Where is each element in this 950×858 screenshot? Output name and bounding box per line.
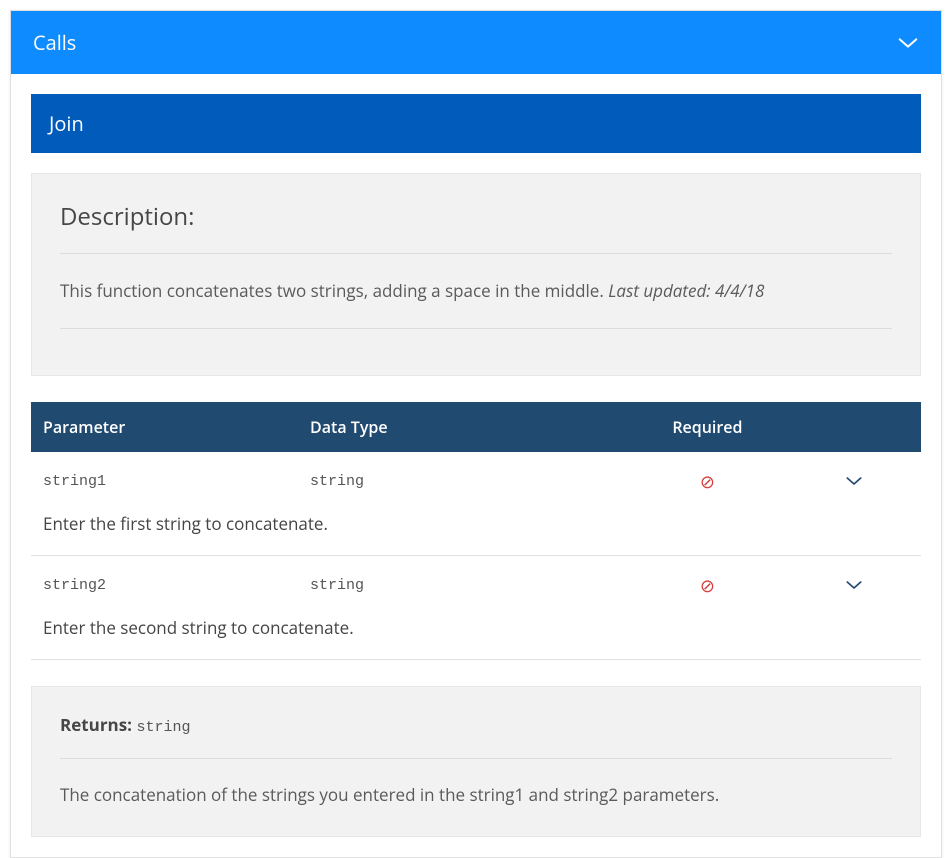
calls-header[interactable]: Calls — [11, 11, 941, 74]
returns-box: Returns: string The concatenation of the… — [31, 686, 921, 837]
parameters-table: Parameter Data Type Required string1 str… — [31, 402, 921, 660]
description-heading: Description: — [60, 200, 892, 233]
param-description: Enter the second string to concatenate. — [31, 608, 921, 660]
col-data-type: Data Type — [298, 402, 627, 452]
table-row: string1 string ⊘ — [31, 452, 921, 504]
chevron-down-icon[interactable] — [845, 472, 863, 492]
chevron-down-icon[interactable] — [845, 576, 863, 596]
col-expand — [787, 402, 921, 452]
chevron-down-icon — [897, 29, 919, 56]
col-required: Required — [627, 402, 787, 452]
main-body: Join Description: This function concaten… — [11, 74, 941, 857]
table-header-row: Parameter Data Type Required — [31, 402, 921, 452]
col-parameter: Parameter — [31, 402, 298, 452]
description-box: Description: This function concatenates … — [31, 173, 921, 376]
returns-heading: Returns: string — [60, 713, 892, 759]
param-description: Enter the first string to concatenate. — [31, 504, 921, 556]
param-type: string — [298, 555, 627, 608]
table-row-desc: Enter the second string to concatenate. — [31, 608, 921, 660]
description-text: This function concatenates two strings, … — [60, 253, 892, 329]
join-section-header: Join — [31, 94, 921, 153]
param-name: string1 — [31, 452, 298, 504]
param-name: string2 — [31, 555, 298, 608]
page-container: Calls Join Description: This function co… — [10, 10, 942, 858]
not-required-icon: ⊘ — [627, 555, 787, 608]
join-title: Join — [49, 110, 84, 137]
not-required-icon: ⊘ — [627, 452, 787, 504]
table-row-desc: Enter the first string to concatenate. — [31, 504, 921, 556]
table-row: string2 string ⊘ — [31, 555, 921, 608]
returns-text: The concatenation of the strings you ent… — [60, 759, 892, 806]
param-type: string — [298, 452, 627, 504]
calls-title: Calls — [33, 29, 76, 56]
